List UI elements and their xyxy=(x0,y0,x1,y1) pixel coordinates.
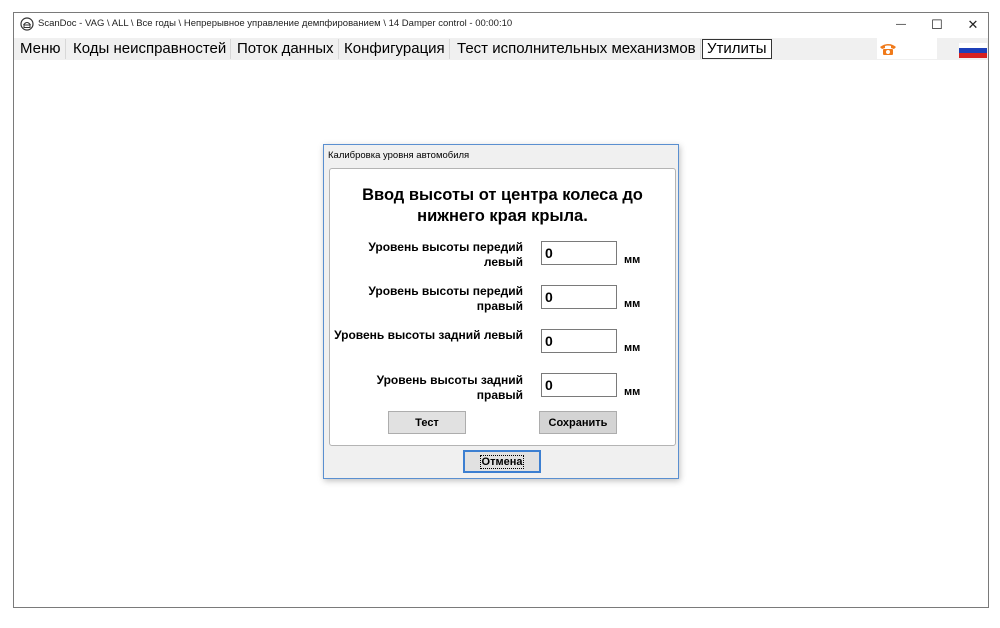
rear-right-height-input[interactable] xyxy=(541,373,617,397)
front-left-unit: мм xyxy=(624,254,641,266)
rear-left-label: Уровень высоты задний левый xyxy=(334,328,523,342)
calibration-dialog: Калибровка уровня автомобиля Ввод высоты… xyxy=(323,144,679,479)
front-left-label: Уровень высоты передий левый xyxy=(368,240,523,269)
test-button-label: Тест xyxy=(415,416,439,429)
front-right-label: Уровень высоты передий правый xyxy=(368,284,523,313)
title-bar: ScanDoc - VAG \ ALL \ Все годы \ Непреры… xyxy=(14,13,988,36)
calibration-panel: Ввод высоты от центра колеса до нижнего … xyxy=(329,168,676,446)
maximize-icon: ☐ xyxy=(931,16,943,32)
rear-right-label: Уровень высоты задний правый xyxy=(376,373,523,402)
save-button-label: Сохранить xyxy=(548,416,608,429)
minimize-button[interactable]: — xyxy=(883,13,919,36)
phone-icon[interactable] xyxy=(878,41,898,57)
front-right-height-input[interactable] xyxy=(541,285,617,309)
menu-item-fault-codes[interactable]: Коды неисправностей xyxy=(69,39,232,59)
rear-left-height-input[interactable] xyxy=(541,329,617,353)
menu-item-configuration[interactable]: Конфигурация xyxy=(340,39,450,59)
close-button[interactable]: ✕ xyxy=(955,13,991,36)
menu-item-actuator-test[interactable]: Тест исполнительных механизмов xyxy=(453,39,701,59)
menu-item-utilities[interactable]: Утилиты xyxy=(702,39,772,59)
menu-item-menu[interactable]: Меню xyxy=(16,39,66,59)
cancel-button[interactable]: Отмена xyxy=(463,450,541,473)
rear-left-unit: мм xyxy=(624,342,641,354)
save-button[interactable]: Сохранить xyxy=(539,411,617,434)
front-left-height-input[interactable] xyxy=(541,241,617,265)
russian-flag-icon[interactable] xyxy=(959,43,987,58)
cancel-button-label: Отмена xyxy=(479,454,525,469)
menu-bar: Меню Коды неисправностей Поток данных Ко… xyxy=(14,38,988,60)
menu-item-data-stream[interactable]: Поток данных xyxy=(233,39,339,59)
rear-right-unit: мм xyxy=(624,386,641,398)
dialog-title: Калибровка уровня автомобиля xyxy=(328,150,470,161)
minimize-icon: — xyxy=(896,19,906,30)
app-icon xyxy=(20,17,34,31)
maximize-button[interactable]: ☐ xyxy=(919,13,955,36)
test-button[interactable]: Тест xyxy=(388,411,466,434)
window-title: ScanDoc - VAG \ ALL \ Все годы \ Непреры… xyxy=(38,18,513,29)
close-icon: ✕ xyxy=(967,16,979,32)
front-right-unit: мм xyxy=(624,298,641,310)
dialog-heading: Ввод высоты от центра колеса до нижнего … xyxy=(362,186,643,225)
